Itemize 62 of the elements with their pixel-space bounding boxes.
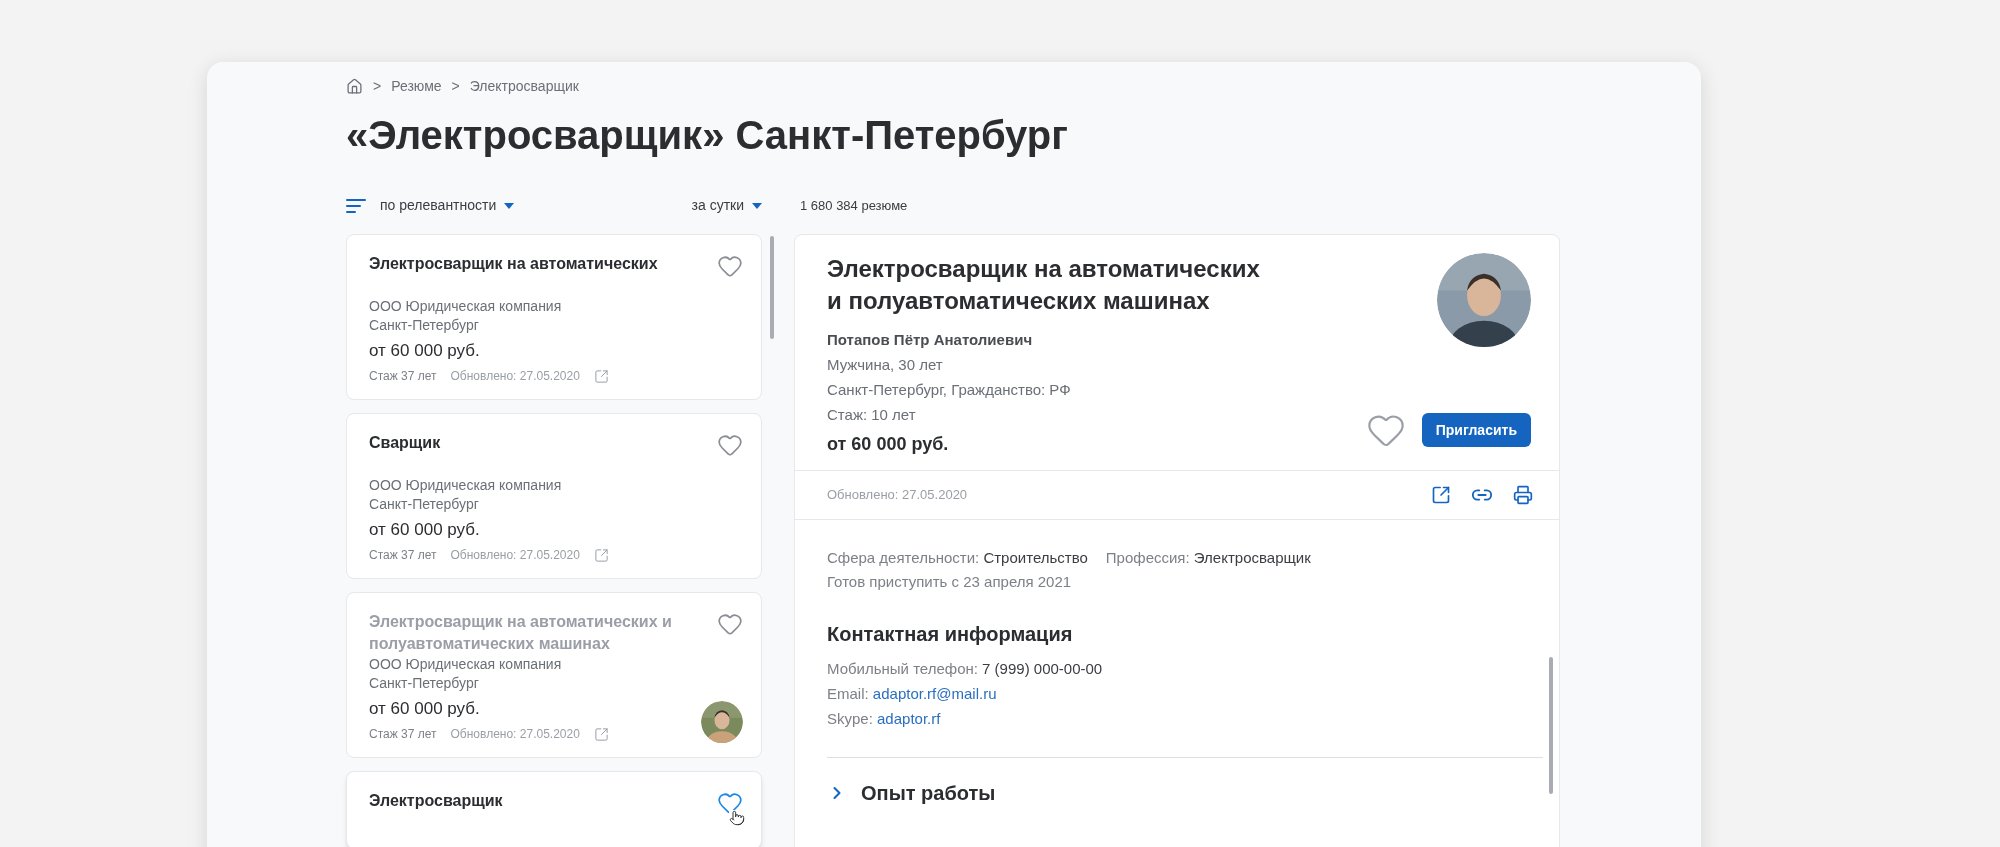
caret-icon [504, 202, 515, 209]
contact-link[interactable]: adaptor.rf [877, 710, 941, 727]
card-title: Электросварщик на автоматических и полуавтоматических машинах [369, 612, 673, 654]
resume-card[interactable]: Электросварщик [346, 771, 762, 847]
experience: Стаж 37 лет [369, 368, 437, 385]
updated-date: Обновлено: 27.05.2020 [450, 726, 580, 743]
start-date: Готов приступить с 23 апреля 2021 [827, 572, 1073, 592]
breadcrumb-link[interactable]: Электросварщик [469, 76, 579, 97]
card-title: Сварщик [369, 433, 441, 453]
experience: Стаж: 10 лет [827, 405, 917, 425]
scrollbar-thumb[interactable] [1549, 657, 1553, 794]
breadcrumb-separator: > [451, 77, 460, 96]
caret-icon [752, 202, 762, 209]
breadcrumb-separator: > [373, 77, 382, 96]
contact-line: Мобильный телефон: 7 (999) 000-00-00 [827, 659, 1104, 679]
card-title: Электросварщик [369, 791, 503, 811]
breadcrumb-link[interactable]: Резюме [391, 76, 442, 97]
contact-line: Skype: adaptor.rf [827, 709, 942, 729]
resume-card[interactable]: Сварщик ООО Юридическая компания Санкт-Петербург от 60 000 руб. Стаж 37 лет Обновлено: 27.05.2020 [346, 413, 762, 579]
city: Санкт-Петербург [369, 316, 480, 335]
info-field: Сфера деятельности: Строительство [827, 546, 1088, 570]
resume-title: Электросварщик на автоматических и полуавтоматических машинах [827, 254, 1261, 316]
updated-date: Обновлено: 27.05.2020 [450, 368, 580, 385]
contact-link[interactable]: adaptor.rf@mail.ru [872, 685, 997, 702]
gender-age: Мужчина, 30 лет [827, 355, 944, 375]
heart-icon[interactable] [717, 790, 743, 816]
heart-icon[interactable] [717, 432, 743, 458]
salary: от 60 000 руб. [369, 340, 481, 362]
heart-icon[interactable] [717, 611, 743, 637]
experience: Стаж 37 лет [369, 547, 437, 564]
sort-icon [346, 198, 366, 213]
scrollbar-thumb[interactable] [770, 236, 774, 339]
section-toggle[interactable]: Опыт работы [827, 778, 1543, 808]
pointer-cursor-icon [729, 810, 745, 826]
salary: от 60 000 руб. [827, 433, 950, 456]
experience: Стаж 37 лет [369, 726, 437, 743]
company-name: ООО Юридическая компания [369, 297, 563, 316]
sort-dropdown[interactable]: по релевантности [346, 195, 515, 216]
external-link-icon[interactable] [1431, 485, 1451, 505]
city: Санкт-Петербург [369, 674, 480, 693]
candidate-name: Потапов Пётр Анатолиевич [827, 330, 1034, 350]
city: Санкт-Петербург [369, 495, 480, 514]
updated-date: Обновлено: 27.05.2020 [450, 547, 580, 564]
updated-date: Обновлено: 27.05.2020 [827, 486, 968, 505]
section-heading: Контактная информация [827, 622, 1074, 647]
info-field: Профессия: Электросварщик [1105, 546, 1311, 570]
home-icon[interactable] [346, 78, 363, 95]
location: Санкт-Петербург, Гражданство: РФ [827, 380, 1072, 400]
card-title: Электросварщик на автоматических [369, 254, 658, 274]
page-title: «Электросварщик» Санкт-Петербург [346, 112, 1069, 159]
salary: от 60 000 руб. [369, 519, 481, 541]
resume-card[interactable]: Электросварщик на автоматических и полуавтоматических машинах ООО Юридическая компания Санкт-Петербург от 60 000 руб. Стаж 37 лет Обновлено: 27.05.2020 [346, 592, 762, 758]
contact-line: Email: adaptor.rf@mail.ru [827, 684, 998, 704]
company-name: ООО Юридическая компания [369, 655, 563, 674]
heart-icon[interactable] [717, 253, 743, 279]
period-dropdown[interactable]: за сутки [691, 195, 762, 216]
result-count: 1 680 384 резюме [800, 196, 908, 215]
salary: от 60 000 руб. [369, 698, 481, 720]
print-icon[interactable] [1513, 485, 1533, 505]
company-name: ООО Юридическая компания [369, 476, 563, 495]
invite-button[interactable]: Пригласить [1421, 413, 1531, 447]
resume-card[interactable]: Электросварщик на автоматических ООО Юридическая компания Санкт-Петербург от 60 000 руб. Стаж 37 лет Обновлено: 27.05.2020 [346, 234, 762, 400]
